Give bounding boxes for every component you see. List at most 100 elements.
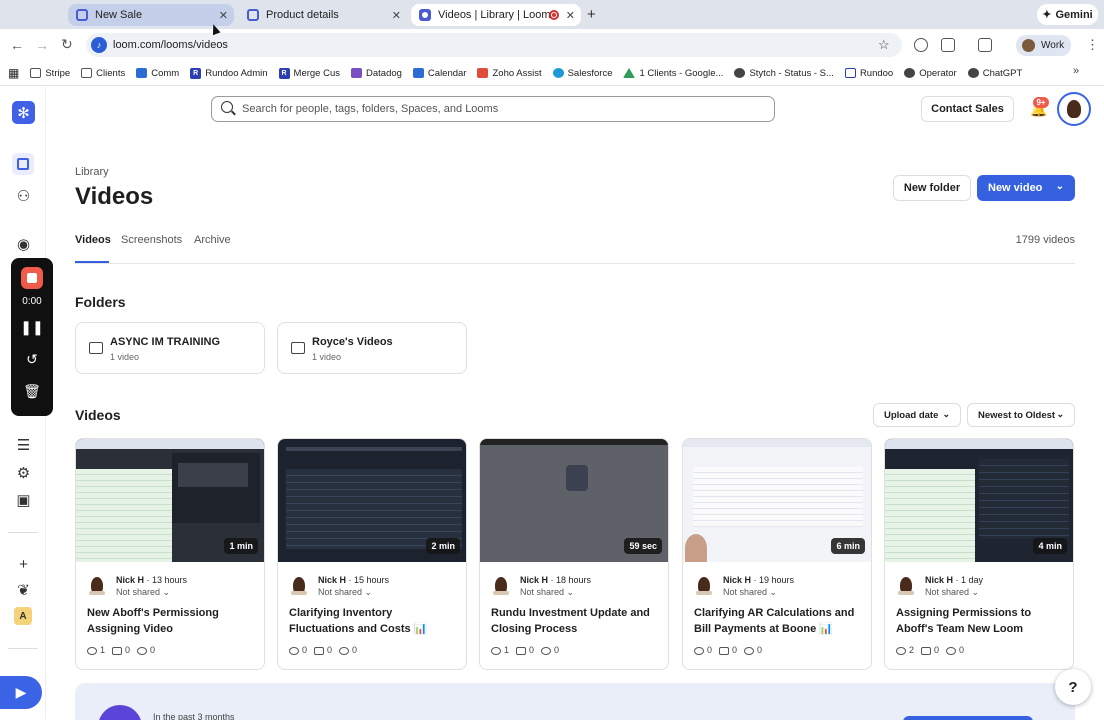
tab-product-details[interactable]: Product details ✕: [239, 4, 407, 26]
gemini-button[interactable]: ✦ Gemini: [1037, 4, 1098, 25]
bookmark-item[interactable]: Clients: [81, 68, 125, 79]
video-thumbnail[interactable]: 4 min: [885, 439, 1073, 562]
sparkle-icon: ✦: [1042, 9, 1052, 21]
bookmark-item[interactable]: Datadog: [351, 68, 402, 79]
video-title[interactable]: New Aboff's Permissiong Assigning Video: [87, 605, 257, 637]
bookmark-item[interactable]: Stytch - Status - S...: [734, 68, 834, 79]
bookmark-item[interactable]: Stripe: [30, 68, 70, 79]
folder-card[interactable]: Royce's Videos 1 video: [277, 322, 467, 374]
bookmark-item[interactable]: R Rundoo Admin: [190, 67, 268, 79]
settings-gear-icon[interactable]: ⚙: [15, 465, 32, 482]
video-card[interactable]: 2 min Nick H · 15 hours Not shared ⌄ Cla…: [277, 438, 467, 670]
restart-icon[interactable]: ↺: [11, 351, 53, 368]
tab-loom-videos[interactable]: Videos | Library | Loom ✕: [411, 4, 581, 26]
bookmark-item[interactable]: R Merge Cus: [278, 67, 340, 79]
sharing-status[interactable]: Not shared ⌄: [116, 587, 170, 598]
video-title[interactable]: Rundu Investment Update and Closing Proc…: [491, 605, 661, 637]
tab-new-sale[interactable]: New Sale ✕: [68, 4, 234, 26]
site-info-icon[interactable]: ♪: [91, 37, 107, 53]
folder-name: Royce's Videos: [312, 336, 393, 348]
comments-icon: [516, 646, 527, 655]
user-avatar[interactable]: [1057, 92, 1091, 126]
delete-trash-icon[interactable]: 🗑: [11, 383, 53, 400]
notes-icon[interactable]: ☰: [15, 437, 32, 454]
video-title[interactable]: Assigning Permissions to Aboff's Team Ne…: [896, 605, 1066, 637]
bookmark-item[interactable]: Rundoo: [844, 68, 893, 79]
record-camera-button[interactable]: ▶: [0, 676, 42, 709]
puzzle-extensions-icon[interactable]: [941, 38, 955, 52]
video-title[interactable]: Clarifying AR Calculations and Bill Paym…: [694, 605, 864, 637]
reload-icon[interactable]: ↻: [61, 36, 73, 53]
extension-icon[interactable]: [914, 38, 928, 52]
more-menu-icon[interactable]: ⋮: [1086, 37, 1099, 53]
video-card[interactable]: 59 sec Nick H · 18 hours Not shared ⌄ Ru…: [479, 438, 669, 670]
tab-screenshots[interactable]: Screenshots: [121, 234, 182, 246]
contact-sales-button[interactable]: Contact Sales: [921, 96, 1014, 122]
cast-icon[interactable]: [978, 38, 992, 52]
video-thumbnail[interactable]: 2 min: [278, 439, 466, 562]
video-thumbnail[interactable]: 6 min: [683, 439, 871, 562]
video-thumbnail[interactable]: 1 min: [76, 439, 264, 562]
url-text[interactable]: loom.com/looms/videos: [113, 39, 228, 51]
video-card[interactable]: 6 min Nick H · 19 hours Not shared ⌄ Cla…: [682, 438, 872, 670]
loom-logo-icon[interactable]: ✻: [12, 101, 35, 124]
bookmark-item[interactable]: Comm: [136, 68, 179, 79]
stop-recording-button[interactable]: [21, 267, 43, 289]
video-thumbnail[interactable]: 59 sec: [480, 439, 668, 562]
calendar-icon: [412, 68, 424, 78]
sharing-status[interactable]: Not shared ⌄: [723, 587, 777, 598]
forward-icon[interactable]: →: [35, 37, 49, 53]
leaf-icon[interactable]: ❦: [15, 582, 32, 599]
profile-button[interactable]: Work: [1016, 35, 1071, 56]
sharing-status[interactable]: Not shared ⌄: [318, 587, 372, 598]
video-author: Nick H · 18 hours: [520, 575, 592, 585]
bookmark-star-icon[interactable]: ☆: [878, 37, 890, 53]
sidebar-item-library[interactable]: [12, 153, 34, 175]
banner-text: In the past 3 months: [153, 712, 235, 720]
tab-videos[interactable]: Videos: [75, 234, 111, 246]
sharing-status[interactable]: Not shared ⌄: [925, 587, 979, 598]
new-tab-button[interactable]: +: [587, 6, 596, 23]
more-bookmarks-icon[interactable]: »: [1073, 65, 1080, 77]
new-video-button[interactable]: New video ⌄: [977, 175, 1075, 201]
rundoo-icon: R: [190, 67, 202, 79]
video-title[interactable]: Clarifying Inventory Fluctuations and Co…: [289, 605, 459, 637]
video-card[interactable]: 4 min Nick H · 1 day Not shared ⌄ Assign…: [884, 438, 1074, 670]
back-icon[interactable]: ←: [10, 37, 24, 53]
bookmark-item[interactable]: Calendar: [412, 68, 466, 79]
help-button[interactable]: ?: [1055, 669, 1091, 705]
close-icon[interactable]: ✕: [392, 9, 401, 22]
comments-icon: [314, 646, 325, 655]
invite-user-icon[interactable]: ⚇: [15, 188, 32, 205]
close-icon[interactable]: ✕: [219, 9, 228, 22]
screen-icon[interactable]: ▣: [15, 492, 32, 509]
bookmark-item[interactable]: 1 Clients - Google...: [623, 68, 723, 79]
views-eye-icon: [289, 646, 299, 655]
bookmark-item[interactable]: ChatGPT: [967, 68, 1022, 79]
reactions-smile-icon: [339, 646, 350, 655]
new-folder-button[interactable]: New folder: [893, 175, 971, 201]
sort-field-dropdown[interactable]: Upload date ⌄: [873, 403, 961, 427]
tab-archive[interactable]: Archive: [194, 234, 231, 246]
views-eye-icon: [896, 646, 906, 655]
folder-card[interactable]: ASYNC IM TRAINING 1 video: [75, 322, 265, 374]
reactions-smile-icon: [946, 646, 957, 655]
profile-icon[interactable]: ◉: [15, 236, 32, 253]
add-icon[interactable]: +: [15, 556, 32, 573]
bookmark-item[interactable]: Zoho Assist: [477, 68, 542, 79]
folder-icon: [291, 342, 305, 354]
breadcrumb[interactable]: Library: [75, 166, 109, 178]
close-icon[interactable]: ✕: [566, 9, 575, 22]
sharing-status[interactable]: Not shared ⌄: [520, 587, 574, 598]
folder-icon: [89, 342, 103, 354]
video-card[interactable]: 1 min Nick H · 13 hours Not shared ⌄ New…: [75, 438, 265, 670]
sort-order-dropdown[interactable]: Newest to Oldest ⌄: [967, 403, 1075, 427]
bookmark-item[interactable]: Salesforce: [552, 68, 612, 79]
bookmark-item[interactable]: Operator: [904, 68, 957, 79]
banner-action-button[interactable]: [903, 716, 1033, 720]
pause-icon[interactable]: ❚❚: [11, 319, 53, 336]
workspace-avatar[interactable]: A: [14, 607, 32, 625]
views-eye-icon: [87, 646, 97, 655]
search-input[interactable]: Search for people, tags, folders, Spaces…: [211, 96, 775, 122]
apps-grid-icon[interactable]: ▦: [8, 66, 19, 80]
